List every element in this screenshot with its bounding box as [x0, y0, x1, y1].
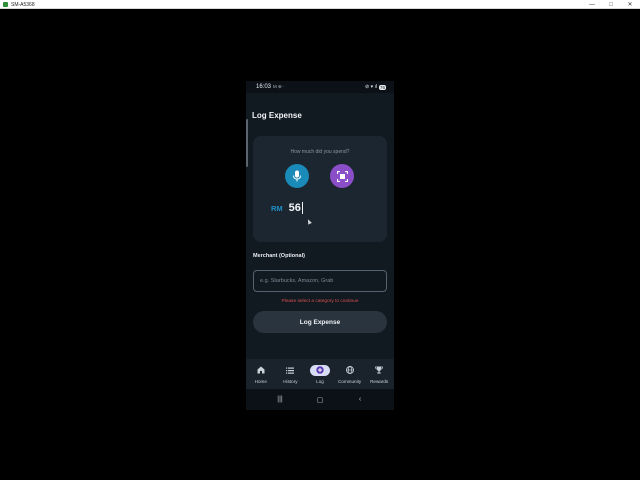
window-title-bar: SM-A5368 — □ ✕ [0, 0, 640, 9]
status-bar: 16:03 M ⊕ · ⊘ ▾ ıl 76 [246, 81, 394, 93]
trophy-icon [375, 365, 384, 376]
list-icon [286, 365, 295, 376]
phone-screen: 16:03 M ⊕ · ⊘ ▾ ıl 76 Log Expense How mu… [246, 81, 394, 410]
window-title-text: SM-A5368 [11, 1, 35, 8]
status-right: ⊘ ▾ ıl 76 [365, 84, 386, 90]
nav-item-log[interactable]: Log [306, 364, 334, 384]
nav-label-home: Home [254, 378, 267, 384]
validation-error: Please select a category to continue [281, 299, 359, 304]
window-controls: — □ ✕ [588, 0, 634, 9]
scan-receipt-button[interactable] [330, 164, 354, 188]
notification-icons: M ⊕ · [273, 84, 285, 89]
microphone-icon [293, 170, 301, 182]
nav-label-log: Log [316, 378, 324, 384]
amount-question: How much did you spend? [290, 149, 350, 155]
home-icon [257, 365, 265, 376]
amount-input[interactable]: 56 [289, 202, 303, 214]
nav-item-rewards[interactable]: Rewards [365, 365, 393, 384]
app-icon [3, 2, 8, 7]
add-circle-icon [309, 364, 330, 376]
expense-card: How much did you spend? RM 56 [253, 136, 387, 242]
recents-button[interactable]: ||| [273, 396, 287, 403]
nav-item-home[interactable]: Home [247, 365, 275, 384]
back-button[interactable]: ‹ [353, 396, 367, 403]
mouse-cursor-icon [306, 218, 312, 225]
merchant-label: Merchant (Optional) [253, 253, 305, 259]
nav-label-community: Community [337, 378, 362, 384]
nav-label-rewards: Rewards [370, 378, 389, 384]
scroll-indicator[interactable] [246, 119, 248, 167]
home-button[interactable]: ▢ [313, 396, 327, 404]
status-time: 16:03 [256, 84, 272, 90]
page-title: Log Expense [252, 111, 302, 120]
signal-icons: ⊘ ▾ ıl [365, 84, 377, 90]
system-navigation-bar: ||| ▢ ‹ [246, 389, 394, 410]
globe-icon [345, 365, 354, 376]
currency-label: RM [271, 204, 283, 213]
log-expense-button[interactable]: Log Expense [253, 311, 387, 333]
amount-row[interactable]: RM 56 [271, 202, 303, 214]
close-button[interactable]: ✕ [626, 1, 634, 8]
status-left: 16:03 M ⊕ · [256, 84, 285, 90]
minimize-button[interactable]: — [588, 2, 596, 8]
bottom-nav: Home History Log Community Rewards [246, 359, 394, 389]
nav-item-community[interactable]: Community [336, 365, 364, 384]
scan-icon [336, 170, 348, 182]
maximize-button[interactable]: □ [607, 2, 615, 8]
battery-icon: 76 [378, 84, 386, 90]
voice-input-button[interactable] [285, 164, 309, 188]
nav-item-history[interactable]: History [276, 365, 304, 384]
merchant-input[interactable] [253, 270, 387, 292]
window-title: SM-A5368 [3, 0, 35, 9]
nav-label-history: History [283, 378, 298, 384]
